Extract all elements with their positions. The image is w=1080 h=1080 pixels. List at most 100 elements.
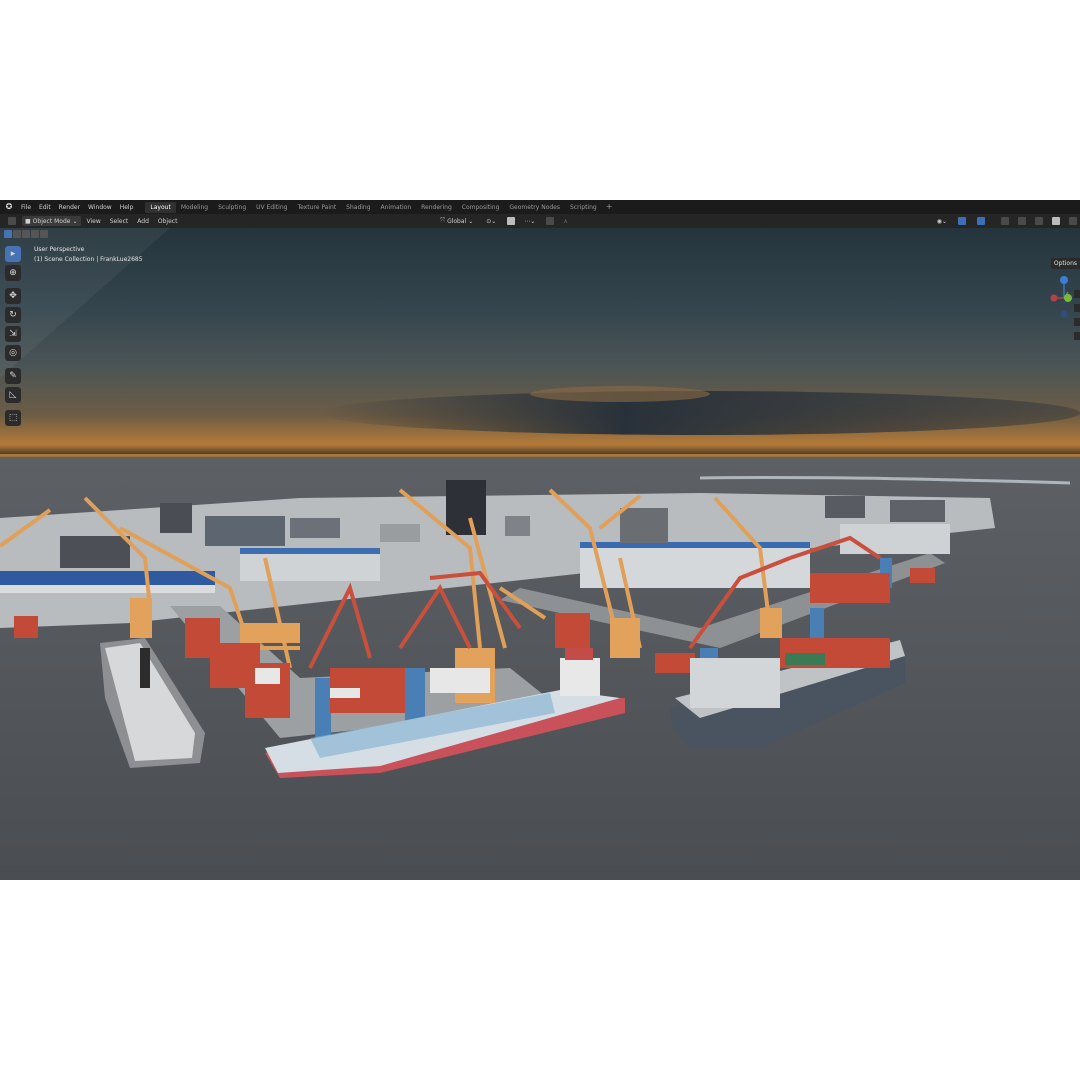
transform-orientation-dropdown[interactable]: ⤧ Global ⌄ (437, 216, 476, 226)
shading-wireframe-button[interactable] (1013, 216, 1029, 226)
tab-sculpting[interactable]: Sculpting (213, 202, 251, 213)
view-name: User Perspective (34, 246, 85, 253)
building (620, 508, 668, 543)
tool-shelf: ▸ ⊕ ✥ ↻ ⇲ ◎ ✎ ◺ ⬚ (5, 246, 23, 429)
xray-toggle[interactable] (996, 216, 1012, 226)
tab-layout[interactable]: Layout (145, 201, 176, 213)
warehouse (240, 553, 380, 581)
building (205, 516, 285, 546)
options-button[interactable]: Options (1050, 258, 1080, 269)
transform-tool[interactable]: ◎ (5, 345, 21, 361)
pivot-point-button[interactable]: ⊙⌄ (483, 216, 499, 226)
tab-animation[interactable]: Animation (376, 202, 417, 213)
visibility-button[interactable]: ◉⌄ (934, 216, 950, 226)
camera-view-button[interactable] (1074, 318, 1080, 326)
tab-rendering[interactable]: Rendering (416, 202, 457, 213)
wireframe-icon (1018, 217, 1026, 225)
select-box-icon: ▸ (10, 249, 16, 259)
add-cube-tool[interactable]: ⬚ (5, 410, 21, 426)
building (160, 503, 192, 533)
mode-dropdown[interactable]: ■ Object Mode ⌄ (22, 216, 81, 226)
tab-geometry-nodes[interactable]: Geometry Nodes (504, 202, 565, 213)
y-axis-handle[interactable] (1064, 294, 1072, 302)
perspective-toggle-button[interactable] (1074, 332, 1080, 340)
warehouse (0, 585, 215, 593)
workspace-tabs: Layout Modeling Sculpting UV Editing Tex… (145, 201, 617, 213)
building (60, 536, 130, 568)
object-menu[interactable]: Object (155, 216, 181, 226)
select-new-icon[interactable] (4, 230, 12, 238)
building (890, 500, 945, 522)
shading-material-button[interactable] (1047, 216, 1063, 226)
menu-file[interactable]: File (17, 204, 35, 211)
viewport-header: ■ Object Mode ⌄ View Select Add Object ⤧… (0, 214, 1080, 228)
navigation-gizmo[interactable] (1050, 274, 1076, 320)
move-icon: ✥ (9, 291, 17, 301)
cloud-glow (530, 386, 710, 402)
select-extend-icon[interactable] (13, 230, 21, 238)
scale-tool[interactable]: ⇲ (5, 326, 21, 342)
scene-collection-label: (1) Scene Collection | FrankLue2685 (34, 256, 143, 263)
overlay-toggle[interactable] (972, 216, 988, 226)
blender-window: ✪ File Edit Render Window Help Layout Mo… (0, 200, 1080, 880)
select-invert-icon[interactable] (31, 230, 39, 238)
menu-help[interactable]: Help (116, 204, 138, 211)
chevron-down-icon: ⌄ (72, 217, 78, 225)
chevron-down-icon: ⌄ (468, 217, 474, 225)
snap-toggle[interactable] (502, 216, 518, 226)
warehouse (840, 524, 950, 554)
shading-solid-button[interactable] (1030, 216, 1046, 226)
rendered-icon (1069, 217, 1077, 225)
snap-target-button[interactable]: ⋯⌄ (521, 216, 538, 226)
rotate-icon: ↻ (9, 310, 17, 320)
add-workspace-button[interactable]: + (602, 202, 617, 213)
solid-shading-icon (1035, 217, 1043, 225)
view-menu[interactable]: View (84, 216, 104, 226)
measure-tool[interactable]: ◺ (5, 387, 21, 403)
neg-z-axis-handle[interactable] (1060, 310, 1068, 318)
menu-window[interactable]: Window (84, 204, 116, 211)
warehouse (0, 571, 215, 585)
cursor-tool[interactable]: ⊕ (5, 265, 21, 281)
overlay-icon (977, 217, 985, 225)
add-cube-icon: ⬚ (8, 413, 18, 423)
blender-logo-icon[interactable]: ✪ (4, 202, 14, 212)
building (290, 518, 340, 538)
tab-uv-editing[interactable]: UV Editing (251, 202, 292, 213)
tab-modeling[interactable]: Modeling (176, 202, 213, 213)
select-menu[interactable]: Select (107, 216, 132, 226)
gizmo-icon (958, 217, 966, 225)
x-axis-handle[interactable] (1050, 294, 1058, 302)
select-subtract-icon[interactable] (22, 230, 30, 238)
add-menu[interactable]: Add (134, 216, 152, 226)
proportional-falloff-button[interactable]: ∧ (560, 216, 570, 226)
zoom-button[interactable] (1074, 290, 1080, 298)
tab-compositing[interactable]: Compositing (457, 202, 505, 213)
snap-target-icon: ⋯⌄ (524, 217, 536, 225)
warehouse-roof (580, 542, 810, 548)
z-axis-handle[interactable] (1060, 276, 1068, 284)
move-tool[interactable]: ✥ (5, 288, 21, 304)
orientation-icon: ⤧ (440, 217, 446, 224)
scale-icon: ⇲ (9, 329, 17, 339)
measure-icon: ◺ (9, 390, 17, 400)
warehouse (580, 548, 810, 588)
selection-mode-buttons (4, 230, 48, 240)
scene-render (0, 228, 1080, 880)
tab-shading[interactable]: Shading (341, 202, 375, 213)
pan-button[interactable] (1074, 304, 1080, 312)
tab-texture-paint[interactable]: Texture Paint (292, 202, 341, 213)
rotate-tool[interactable]: ↻ (5, 307, 21, 323)
tab-scripting[interactable]: Scripting (565, 202, 602, 213)
object-mode-icon: ■ (25, 217, 31, 225)
select-box-tool[interactable]: ▸ (5, 246, 21, 262)
shading-rendered-button[interactable] (1064, 216, 1080, 226)
menu-render[interactable]: Render (55, 204, 84, 211)
editor-type-button[interactable] (3, 216, 19, 226)
select-intersect-icon[interactable] (40, 230, 48, 238)
gizmo-toggle[interactable] (953, 216, 969, 226)
proportional-edit-toggle[interactable] (541, 216, 557, 226)
annotate-tool[interactable]: ✎ (5, 368, 21, 384)
menu-edit[interactable]: Edit (35, 204, 55, 211)
3d-viewport[interactable]: User Perspective (1) Scene Collection | … (0, 228, 1080, 880)
